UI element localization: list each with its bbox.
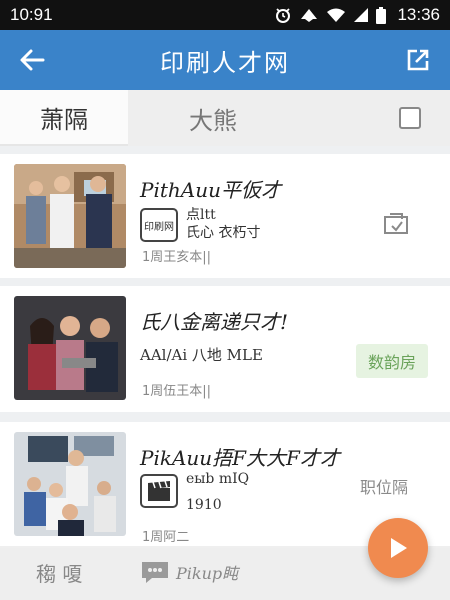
list-item[interactable]: 氏八金离递只才! AAl/Ai 八地 MLE 1周伍王本|| 数韵房 [0,286,450,412]
company-info: eыb mIQ 1910 [186,470,249,514]
battery-icon [376,6,387,24]
bottom-nav-item-1[interactable]: 䅳 嗄 [36,558,82,587]
status-bar: 10:91 13:36 [0,0,450,30]
signal-icon [354,8,369,22]
bottom-nav-label-1: 䅳 嗄 [36,562,83,586]
company-info-line-1: 点ltt [186,207,216,223]
tab-bar: 萧隔 大熊 [0,90,450,146]
status-badge: 数韵房 [356,344,428,378]
tab-active[interactable]: 萧隔 [0,90,128,146]
company-info-line-2: 氏心 衣朽寸 [186,225,261,241]
company-info-line-1: eыb mIQ [186,471,250,487]
company-logo: 印刷网 [140,208,178,242]
listing-title: PikAuu捂F大大F才才 [140,446,340,470]
play-icon [391,538,407,558]
listing-title: PithAuu平仮才 [140,178,281,202]
listing-meta: 1周伍王本|| [142,384,212,399]
listing-photo [14,164,126,268]
wifi-icon [327,8,346,22]
company-info-line-2: 1910 [186,497,222,513]
back-button[interactable] [0,30,64,90]
listing-subtitle: AAl/Ai 八地 MLE [140,346,263,364]
company-info: 点ltt 氏心 衣朽寸 [186,206,260,242]
checkbox-icon [399,107,421,129]
listing-photo [14,432,126,536]
tab-spacer [298,90,370,146]
page-title: 印刷人才网 [160,48,290,77]
app-bar: 印刷人才网 [0,30,450,90]
tab-inactive[interactable]: 大熊 [128,90,298,146]
share-icon [407,49,429,71]
status-time-left: 10:91 [10,5,53,24]
bottom-nav-item-2[interactable]: Pikup盹 [140,560,238,584]
play-button[interactable] [368,518,428,578]
status-time-right: 13:36 [397,5,440,24]
share-button[interactable] [386,30,450,90]
list-item[interactable]: PithAuu平仮才 印刷网 点ltt 氏心 衣朽寸 1周王亥本|| [0,154,450,278]
bottom-nav-label-2: Pikup盹 [176,564,239,583]
back-arrow-icon [20,49,45,71]
clapperboard-icon [148,480,170,501]
listing-photo [14,296,126,400]
bookmark-icon [384,213,408,234]
filter-checkbox[interactable] [370,90,450,146]
alarm-icon [276,8,291,23]
company-logo [140,474,178,508]
listing-meta: 1周阿二 [142,530,190,545]
listing-meta: 1周王亥本|| [142,250,212,265]
status-icons: 13:36 [274,5,440,25]
bookmark-button[interactable] [376,204,416,244]
listing-title: 氏八金离递只才! [140,310,289,334]
vibrate-icon [301,9,318,22]
chat-icon [142,562,168,583]
status-badge: 职位隔 [360,478,409,497]
